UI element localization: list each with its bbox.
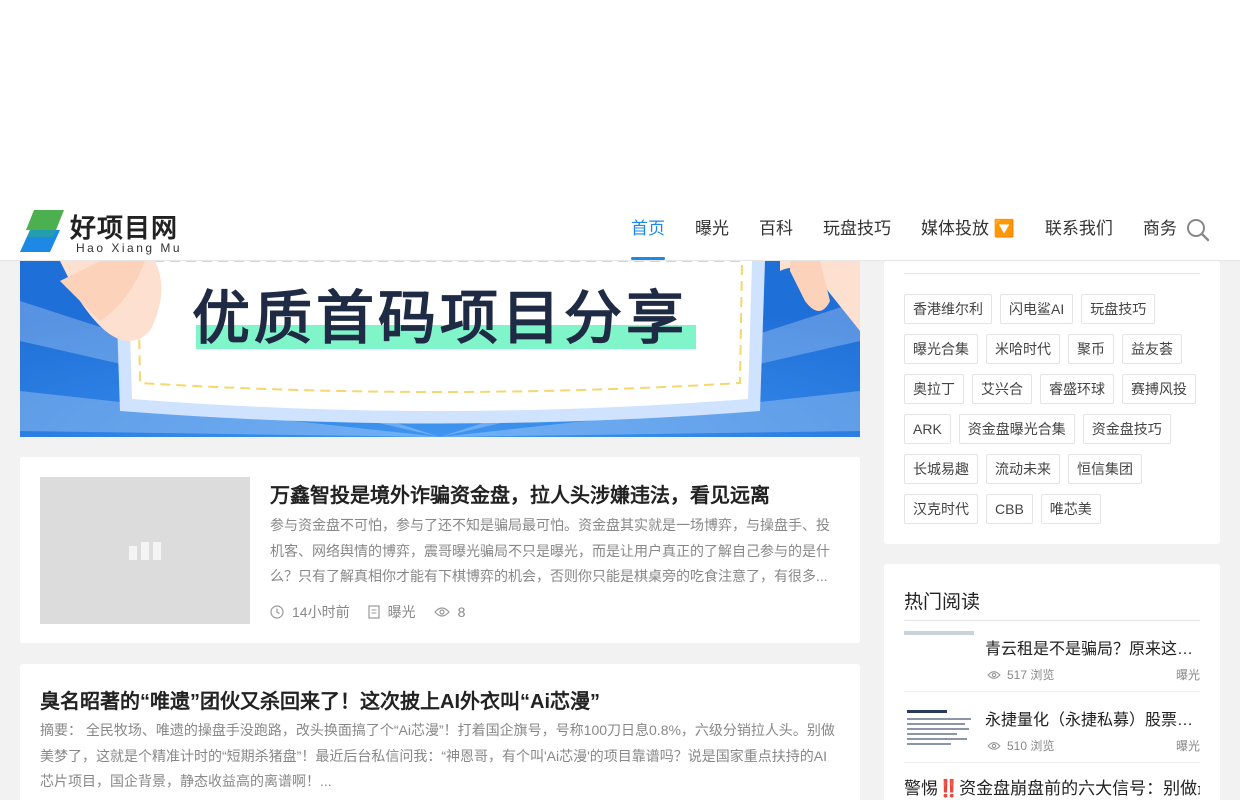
hot-item-views: 510 浏览 xyxy=(1007,739,1055,753)
tag-item[interactable]: 资金盘曝光合集 xyxy=(958,414,1075,444)
tag-item[interactable]: ARK xyxy=(904,414,951,444)
clock-icon xyxy=(270,605,284,619)
site-logo[interactable]: 好项目网 Hao Xiang Mu xyxy=(20,208,200,260)
post-views: 8 xyxy=(457,604,466,620)
hot-item-title[interactable]: 永捷量化（永捷私募）股票配资平台骗局 xyxy=(985,706,1200,730)
post-thumbnail[interactable] xyxy=(40,477,250,624)
tag-item[interactable]: 流动未来 xyxy=(986,454,1060,484)
ad-space xyxy=(0,0,1240,208)
widget-divider xyxy=(904,273,1200,274)
tag-item[interactable]: 曝光合集 xyxy=(904,334,978,364)
tag-item[interactable]: 睿盛环球 xyxy=(1040,374,1114,404)
tag-item[interactable]: 闪电鲨AI xyxy=(1000,294,1074,324)
post-title[interactable]: 万鑫智投是境外诈骗资金盘，拉人头涉嫌违法，看见远离 xyxy=(270,479,840,508)
main-nav: 首页 曝光 百科 玩盘技巧 媒体投放 🔽 联系我们 商务 xyxy=(616,208,1192,260)
widget-title: 热门阅读 xyxy=(904,592,981,613)
hot-item[interactable]: 青云租是不是骗局？原来这是一个资金盘 517 浏览 曝光 xyxy=(904,631,1200,691)
tag-item[interactable]: CBB xyxy=(986,494,1033,524)
tag-item[interactable]: 艾兴合 xyxy=(972,374,1032,404)
post-meta: 14小时前 曝光 8 xyxy=(270,602,483,622)
logo-text: 好项目网 xyxy=(70,213,179,243)
tag-item[interactable]: 聚币 xyxy=(1068,334,1114,364)
tag-item[interactable]: 益友荟 xyxy=(1122,334,1182,364)
post-card: 万鑫智投是境外诈骗资金盘，拉人头涉嫌违法，看见远离 参与资金盘不可怕，参与了还不… xyxy=(20,457,860,643)
hot-item-views: 517 浏览 xyxy=(1007,668,1055,682)
hot-reads-widget: 热门阅读 青云租是不是骗局？原来这是一个资金盘 517 浏览 曝光 xyxy=(884,564,1220,800)
featured-banner[interactable]: 优质首码项目分享 xyxy=(20,261,860,437)
tag-item[interactable]: 香港维尔利 xyxy=(904,294,992,324)
hot-item-title[interactable]: 警惕‼️资金盘崩盘前的六大信号：别做最 xyxy=(904,774,1200,799)
tag-item[interactable]: 米哈时代 xyxy=(986,334,1060,364)
post-category[interactable]: 曝光 xyxy=(388,602,416,622)
logo-mark-icon xyxy=(20,210,64,252)
tag-item[interactable]: 赛搏风投 xyxy=(1122,374,1196,404)
post-card: 臭名昭著的“唯遗”团伙又杀回来了！这次披上AI外衣叫“Ai芯漫” 摘要： 全民牧… xyxy=(20,664,860,800)
tag-item[interactable]: 长城易趣 xyxy=(904,454,978,484)
post-excerpt: 摘要： 全民牧场、唯遗的操盘手没跑路，改头换面搞了个“Ai芯漫”！打着国企旗号，… xyxy=(40,722,835,789)
eye-icon xyxy=(987,670,1001,679)
logo-pinyin: Hao Xiang Mu xyxy=(76,241,183,255)
hot-item-category[interactable]: 曝光 xyxy=(1176,666,1200,683)
eye-icon xyxy=(433,607,450,617)
tag-item[interactable]: 恒信集团 xyxy=(1068,454,1142,484)
nav-item-business[interactable]: 商务 xyxy=(1128,208,1192,260)
hot-item-thumbnail[interactable] xyxy=(904,631,974,687)
post-title[interactable]: 臭名昭著的“唯遗”团伙又杀回来了！这次披上AI外衣叫“Ai芯漫” xyxy=(40,685,840,714)
eye-icon xyxy=(987,741,1001,750)
hot-item[interactable]: 永捷量化（永捷私募）股票配资平台骗局 510 浏览 曝光 xyxy=(904,702,1200,762)
nav-item-exposure[interactable]: 曝光 xyxy=(680,208,744,260)
tag-cloud-widget: 香港维尔利 闪电鲨AI 玩盘技巧 曝光合集 米哈时代 聚币 益友荟 奥拉丁 艾兴… xyxy=(884,261,1220,544)
document-icon xyxy=(367,605,380,619)
tag-item[interactable]: 汉克时代 xyxy=(904,494,978,524)
tag-item[interactable]: 奥拉丁 xyxy=(904,374,964,404)
nav-item-wiki[interactable]: 百科 xyxy=(744,208,808,260)
search-icon[interactable] xyxy=(1186,218,1210,242)
nav-item-contact[interactable]: 联系我们 xyxy=(1030,208,1128,260)
site-header: 好项目网 Hao Xiang Mu 首页 曝光 百科 玩盘技巧 媒体投放 🔽 联… xyxy=(0,208,1240,261)
hot-item-thumbnail[interactable] xyxy=(904,702,974,758)
hot-item-category[interactable]: 曝光 xyxy=(1176,737,1200,754)
tag-item[interactable]: 玩盘技巧 xyxy=(1081,294,1156,324)
nav-item-media[interactable]: 媒体投放 🔽 xyxy=(906,208,1030,260)
list-divider xyxy=(904,691,1200,692)
tag-item[interactable]: 唯芯美 xyxy=(1040,494,1101,524)
nav-item-tips[interactable]: 玩盘技巧 xyxy=(808,208,906,260)
image-placeholder-icon xyxy=(129,541,161,560)
widget-divider xyxy=(904,620,1200,621)
hot-item-title[interactable]: 青云租是不是骗局？原来这是一个资金盘 xyxy=(985,635,1200,659)
tag-item[interactable]: 资金盘技巧 xyxy=(1082,414,1171,444)
post-excerpt: 参与资金盘不可怕，参与了还不知是骗局最可怕。资金盘其实就是一场博弈，与操盘手、投… xyxy=(270,517,830,584)
list-divider xyxy=(904,762,1200,763)
nav-item-home[interactable]: 首页 xyxy=(616,208,680,260)
banner-title: 优质首码项目分享 xyxy=(191,284,688,352)
post-time: 14小时前 xyxy=(292,604,350,620)
tag-list: 香港维尔利 闪电鲨AI 玩盘技巧 曝光合集 米哈时代 聚币 益友荟 奥拉丁 艾兴… xyxy=(904,294,1204,524)
